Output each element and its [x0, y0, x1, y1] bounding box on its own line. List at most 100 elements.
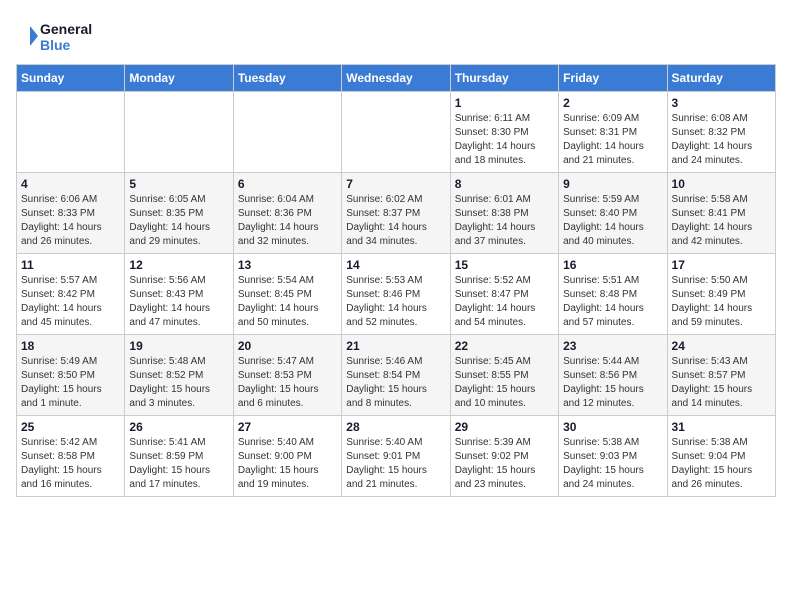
week-row-3: 11 Sunrise: 5:57 AM Sunset: 8:42 PM Dayli…	[17, 254, 776, 335]
day-info: Sunrise: 5:51 AM Sunset: 8:48 PM Dayligh…	[563, 274, 662, 330]
day-number: 2	[563, 96, 662, 110]
day-info: Sunrise: 5:44 AM Sunset: 8:56 PM Dayligh…	[563, 355, 662, 411]
day-cell: 29 Sunrise: 5:39 AM Sunset: 9:02 PM Dayli…	[450, 416, 558, 497]
day-cell	[233, 92, 341, 173]
calendar-table: SundayMondayTuesdayWednesdayThursdayFrid…	[16, 64, 776, 497]
day-info: Sunrise: 5:59 AM Sunset: 8:40 PM Dayligh…	[563, 193, 662, 249]
day-info: Sunrise: 5:42 AM Sunset: 8:58 PM Dayligh…	[21, 436, 120, 492]
week-row-1: 1 Sunrise: 6:11 AM Sunset: 8:30 PM Daylig…	[17, 92, 776, 173]
day-number: 22	[455, 339, 554, 353]
week-row-2: 4Sunrise: 6:06 AM Sunset: 8:33 PM Daylig…	[17, 173, 776, 254]
day-cell: 8Sunrise: 6:01 AM Sunset: 8:38 PM Daylig…	[450, 173, 558, 254]
day-cell: 11 Sunrise: 5:57 AM Sunset: 8:42 PM Dayli…	[17, 254, 125, 335]
day-cell: 13Sunrise: 5:54 AM Sunset: 8:45 PM Dayli…	[233, 254, 341, 335]
day-cell: 7 Sunrise: 6:02 AM Sunset: 8:37 PM Daylig…	[342, 173, 450, 254]
day-number: 24	[672, 339, 771, 353]
day-cell: 25 Sunrise: 5:42 AM Sunset: 8:58 PM Dayli…	[17, 416, 125, 497]
day-info: Sunrise: 5:48 AM Sunset: 8:52 PM Dayligh…	[129, 355, 228, 411]
day-cell: 14Sunrise: 5:53 AM Sunset: 8:46 PM Dayli…	[342, 254, 450, 335]
day-info: Sunrise: 5:40 AM Sunset: 9:00 PM Dayligh…	[238, 436, 337, 492]
day-cell: 21 Sunrise: 5:46 AM Sunset: 8:54 PM Dayli…	[342, 335, 450, 416]
header-day-sunday: Sunday	[17, 65, 125, 92]
day-number: 16	[563, 258, 662, 272]
day-cell: 19 Sunrise: 5:48 AM Sunset: 8:52 PM Dayli…	[125, 335, 233, 416]
day-cell: 2 Sunrise: 6:09 AM Sunset: 8:31 PM Daylig…	[559, 92, 667, 173]
day-number: 1	[455, 96, 554, 110]
day-cell: 22 Sunrise: 5:45 AM Sunset: 8:55 PM Dayli…	[450, 335, 558, 416]
day-info: Sunrise: 5:45 AM Sunset: 8:55 PM Dayligh…	[455, 355, 554, 411]
day-cell: 4Sunrise: 6:06 AM Sunset: 8:33 PM Daylig…	[17, 173, 125, 254]
day-info: Sunrise: 5:53 AM Sunset: 8:46 PM Dayligh…	[346, 274, 445, 330]
day-number: 25	[21, 420, 120, 434]
day-info: Sunrise: 5:46 AM Sunset: 8:54 PM Dayligh…	[346, 355, 445, 411]
day-number: 19	[129, 339, 228, 353]
header: GeneralBlue	[16, 16, 776, 56]
svg-text:General: General	[40, 21, 92, 37]
day-cell: 27 Sunrise: 5:40 AM Sunset: 9:00 PM Dayli…	[233, 416, 341, 497]
day-cell	[17, 92, 125, 173]
day-number: 20	[238, 339, 337, 353]
day-info: Sunrise: 5:43 AM Sunset: 8:57 PM Dayligh…	[672, 355, 771, 411]
day-number: 12	[129, 258, 228, 272]
day-info: Sunrise: 5:52 AM Sunset: 8:47 PM Dayligh…	[455, 274, 554, 330]
day-cell: 9 Sunrise: 5:59 AM Sunset: 8:40 PM Daylig…	[559, 173, 667, 254]
day-cell: 20 Sunrise: 5:47 AM Sunset: 8:53 PM Dayli…	[233, 335, 341, 416]
day-info: Sunrise: 5:38 AM Sunset: 9:04 PM Dayligh…	[672, 436, 771, 492]
day-info: Sunrise: 5:57 AM Sunset: 8:42 PM Dayligh…	[21, 274, 120, 330]
header-row: SundayMondayTuesdayWednesdayThursdayFrid…	[17, 65, 776, 92]
day-number: 10	[672, 177, 771, 191]
week-row-5: 25 Sunrise: 5:42 AM Sunset: 8:58 PM Dayli…	[17, 416, 776, 497]
day-cell: 31Sunrise: 5:38 AM Sunset: 9:04 PM Dayli…	[667, 416, 775, 497]
day-number: 11	[21, 258, 120, 272]
day-number: 7	[346, 177, 445, 191]
header-day-saturday: Saturday	[667, 65, 775, 92]
logo: GeneralBlue	[16, 16, 96, 56]
day-info: Sunrise: 5:38 AM Sunset: 9:03 PM Dayligh…	[563, 436, 662, 492]
day-cell	[125, 92, 233, 173]
day-cell: 26 Sunrise: 5:41 AM Sunset: 8:59 PM Dayli…	[125, 416, 233, 497]
day-cell	[342, 92, 450, 173]
day-info: Sunrise: 6:02 AM Sunset: 8:37 PM Dayligh…	[346, 193, 445, 249]
header-day-wednesday: Wednesday	[342, 65, 450, 92]
day-cell: 15 Sunrise: 5:52 AM Sunset: 8:47 PM Dayli…	[450, 254, 558, 335]
day-number: 6	[238, 177, 337, 191]
day-number: 13	[238, 258, 337, 272]
day-number: 29	[455, 420, 554, 434]
day-info: Sunrise: 6:08 AM Sunset: 8:32 PM Dayligh…	[672, 112, 771, 168]
day-number: 23	[563, 339, 662, 353]
logo-svg: GeneralBlue	[16, 16, 96, 56]
day-number: 17	[672, 258, 771, 272]
day-number: 3	[672, 96, 771, 110]
day-cell: 23 Sunrise: 5:44 AM Sunset: 8:56 PM Dayli…	[559, 335, 667, 416]
day-number: 15	[455, 258, 554, 272]
day-cell: 6Sunrise: 6:04 AM Sunset: 8:36 PM Daylig…	[233, 173, 341, 254]
day-cell: 1 Sunrise: 6:11 AM Sunset: 8:30 PM Daylig…	[450, 92, 558, 173]
day-number: 18	[21, 339, 120, 353]
day-number: 27	[238, 420, 337, 434]
day-number: 5	[129, 177, 228, 191]
day-number: 30	[563, 420, 662, 434]
day-cell: 17 Sunrise: 5:50 AM Sunset: 8:49 PM Dayli…	[667, 254, 775, 335]
day-info: Sunrise: 5:39 AM Sunset: 9:02 PM Dayligh…	[455, 436, 554, 492]
day-cell: 28Sunrise: 5:40 AM Sunset: 9:01 PM Dayli…	[342, 416, 450, 497]
day-cell: 10Sunrise: 5:58 AM Sunset: 8:41 PM Dayli…	[667, 173, 775, 254]
week-row-4: 18Sunrise: 5:49 AM Sunset: 8:50 PM Dayli…	[17, 335, 776, 416]
day-number: 21	[346, 339, 445, 353]
svg-text:Blue: Blue	[40, 37, 71, 53]
day-number: 9	[563, 177, 662, 191]
day-cell: 16 Sunrise: 5:51 AM Sunset: 8:48 PM Dayli…	[559, 254, 667, 335]
day-number: 8	[455, 177, 554, 191]
day-info: Sunrise: 6:09 AM Sunset: 8:31 PM Dayligh…	[563, 112, 662, 168]
day-info: Sunrise: 5:50 AM Sunset: 8:49 PM Dayligh…	[672, 274, 771, 330]
day-info: Sunrise: 6:05 AM Sunset: 8:35 PM Dayligh…	[129, 193, 228, 249]
day-cell: 12Sunrise: 5:56 AM Sunset: 8:43 PM Dayli…	[125, 254, 233, 335]
day-info: Sunrise: 6:11 AM Sunset: 8:30 PM Dayligh…	[455, 112, 554, 168]
day-info: Sunrise: 5:47 AM Sunset: 8:53 PM Dayligh…	[238, 355, 337, 411]
day-number: 26	[129, 420, 228, 434]
day-cell: 18Sunrise: 5:49 AM Sunset: 8:50 PM Dayli…	[17, 335, 125, 416]
day-number: 28	[346, 420, 445, 434]
day-info: Sunrise: 5:41 AM Sunset: 8:59 PM Dayligh…	[129, 436, 228, 492]
day-info: Sunrise: 6:06 AM Sunset: 8:33 PM Dayligh…	[21, 193, 120, 249]
day-cell: 24 Sunrise: 5:43 AM Sunset: 8:57 PM Dayli…	[667, 335, 775, 416]
day-cell: 3 Sunrise: 6:08 AM Sunset: 8:32 PM Daylig…	[667, 92, 775, 173]
